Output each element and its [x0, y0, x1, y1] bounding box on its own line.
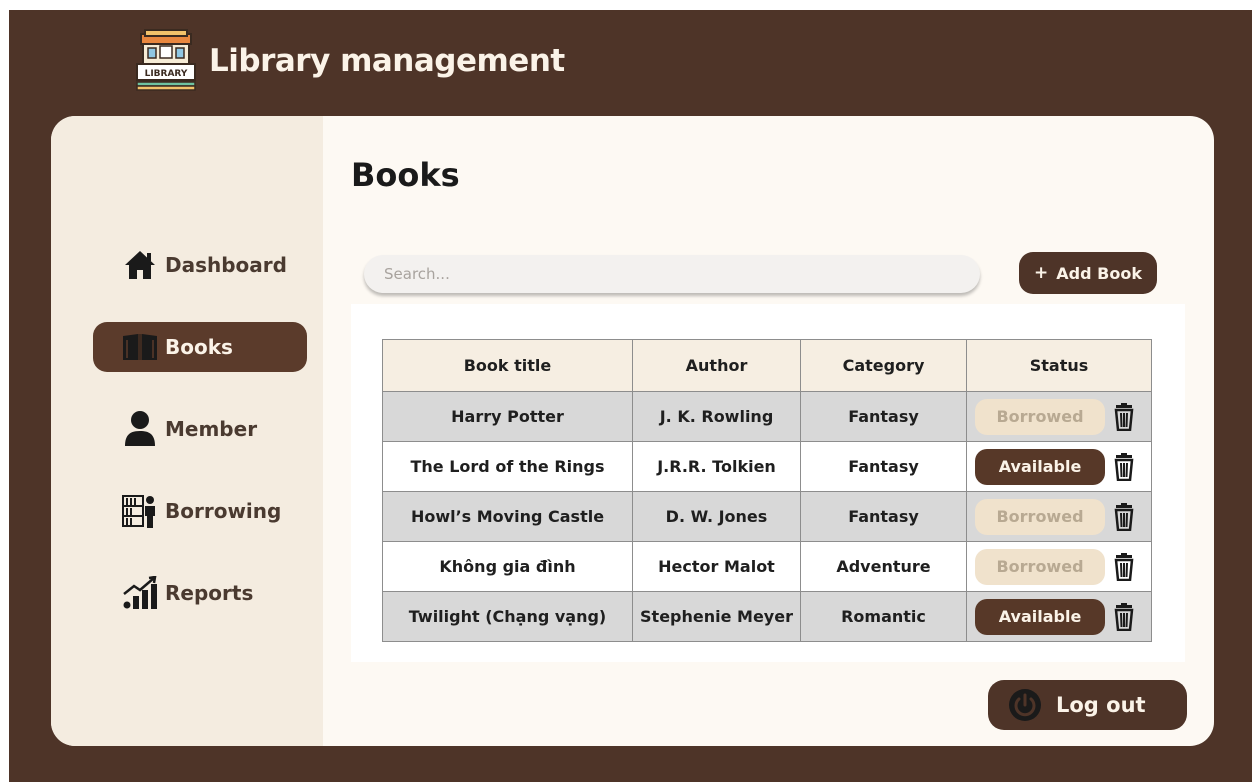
- status-badge[interactable]: Borrowed: [975, 498, 1105, 535]
- status-cell: Available: [966, 441, 1152, 492]
- sidebar: Dashboard Books Member Borrowing Reports: [51, 116, 323, 746]
- search-input[interactable]: [364, 255, 980, 293]
- svg-text:LIBRARY: LIBRARY: [145, 69, 188, 79]
- content-card: Dashboard Books Member Borrowing Reports…: [51, 116, 1214, 746]
- chart-icon: [121, 574, 159, 612]
- table-row[interactable]: Howl’s Moving Castle D. W. Jones Fantasy…: [382, 491, 1152, 542]
- sidebar-item-borrowing[interactable]: Borrowing: [93, 486, 307, 536]
- status-badge[interactable]: Borrowed: [975, 398, 1105, 435]
- trash-icon[interactable]: [1110, 602, 1138, 631]
- borrowing-icon: [121, 492, 159, 530]
- trash-icon[interactable]: [1110, 552, 1138, 581]
- page-title: Books: [351, 156, 460, 194]
- logout-button[interactable]: Log out: [988, 680, 1187, 730]
- sidebar-item-reports[interactable]: Reports: [93, 568, 307, 618]
- book-title-cell: Twilight (Chạng vạng): [382, 591, 633, 642]
- home-icon: [121, 246, 159, 284]
- status-cell: Borrowed: [966, 541, 1152, 592]
- sidebar-item-label: Dashboard: [165, 253, 287, 277]
- sidebar-item-label: Reports: [165, 581, 254, 605]
- logout-label: Log out: [1056, 693, 1146, 717]
- column-header-category[interactable]: Category: [800, 339, 967, 392]
- table-header-row: Book title Author Category Status: [382, 339, 1152, 392]
- status-badge[interactable]: Available: [975, 598, 1105, 635]
- status-badge[interactable]: Available: [975, 448, 1105, 485]
- app-title: Library management: [209, 43, 565, 79]
- book-icon: [121, 328, 159, 366]
- sidebar-item-dashboard[interactable]: Dashboard: [93, 240, 307, 290]
- book-title-cell: The Lord of the Rings: [382, 441, 633, 492]
- books-table-panel: Book title Author Category Status Harry …: [351, 304, 1185, 662]
- sidebar-item-label: Member: [165, 417, 258, 441]
- column-header-author[interactable]: Author: [632, 339, 801, 392]
- status-cell: Borrowed: [966, 391, 1152, 442]
- trash-icon[interactable]: [1110, 502, 1138, 531]
- author-cell: Hector Malot: [632, 541, 801, 592]
- sidebar-item-member[interactable]: Member: [93, 404, 307, 454]
- column-header-status[interactable]: Status: [966, 339, 1152, 392]
- add-book-label: Add Book: [1056, 263, 1142, 283]
- main-content: Books + Add Book Book title Author Categ…: [323, 116, 1214, 746]
- author-cell: Stephenie Meyer: [632, 591, 801, 642]
- table-row[interactable]: Twilight (Chạng vạng) Stephenie Meyer Ro…: [382, 591, 1152, 642]
- status-badge[interactable]: Borrowed: [975, 548, 1105, 585]
- author-cell: J. K. Rowling: [632, 391, 801, 442]
- book-title-cell: Harry Potter: [382, 391, 633, 442]
- category-cell: Adventure: [800, 541, 967, 592]
- status-cell: Borrowed: [966, 491, 1152, 542]
- sidebar-item-label: Borrowing: [165, 499, 282, 523]
- table-row[interactable]: The Lord of the Rings J.R.R. Tolkien Fan…: [382, 441, 1152, 492]
- sidebar-item-label: Books: [165, 335, 233, 359]
- author-cell: J.R.R. Tolkien: [632, 441, 801, 492]
- category-cell: Romantic: [800, 591, 967, 642]
- app-header: LIBRARY Library management: [133, 28, 565, 94]
- category-cell: Fantasy: [800, 491, 967, 542]
- category-cell: Fantasy: [800, 441, 967, 492]
- add-book-button[interactable]: + Add Book: [1019, 252, 1157, 294]
- power-icon: [1009, 689, 1041, 721]
- author-cell: D. W. Jones: [632, 491, 801, 542]
- plus-icon: +: [1034, 263, 1049, 283]
- trash-icon[interactable]: [1110, 452, 1138, 481]
- book-title-cell: Howl’s Moving Castle: [382, 491, 633, 542]
- library-logo-icon: LIBRARY: [136, 29, 196, 91]
- books-table: Book title Author Category Status Harry …: [382, 339, 1152, 642]
- book-title-cell: Không gia đình: [382, 541, 633, 592]
- status-cell: Available: [966, 591, 1152, 642]
- category-cell: Fantasy: [800, 391, 967, 442]
- trash-icon[interactable]: [1110, 402, 1138, 431]
- app-frame: LIBRARY Library management Dashboard Boo…: [9, 10, 1252, 782]
- sidebar-item-books[interactable]: Books: [93, 322, 307, 372]
- table-row[interactable]: Harry Potter J. K. Rowling Fantasy Borro…: [382, 391, 1152, 442]
- table-row[interactable]: Không gia đình Hector Malot Adventure Bo…: [382, 541, 1152, 592]
- column-header-title[interactable]: Book title: [382, 339, 633, 392]
- user-icon: [121, 410, 159, 448]
